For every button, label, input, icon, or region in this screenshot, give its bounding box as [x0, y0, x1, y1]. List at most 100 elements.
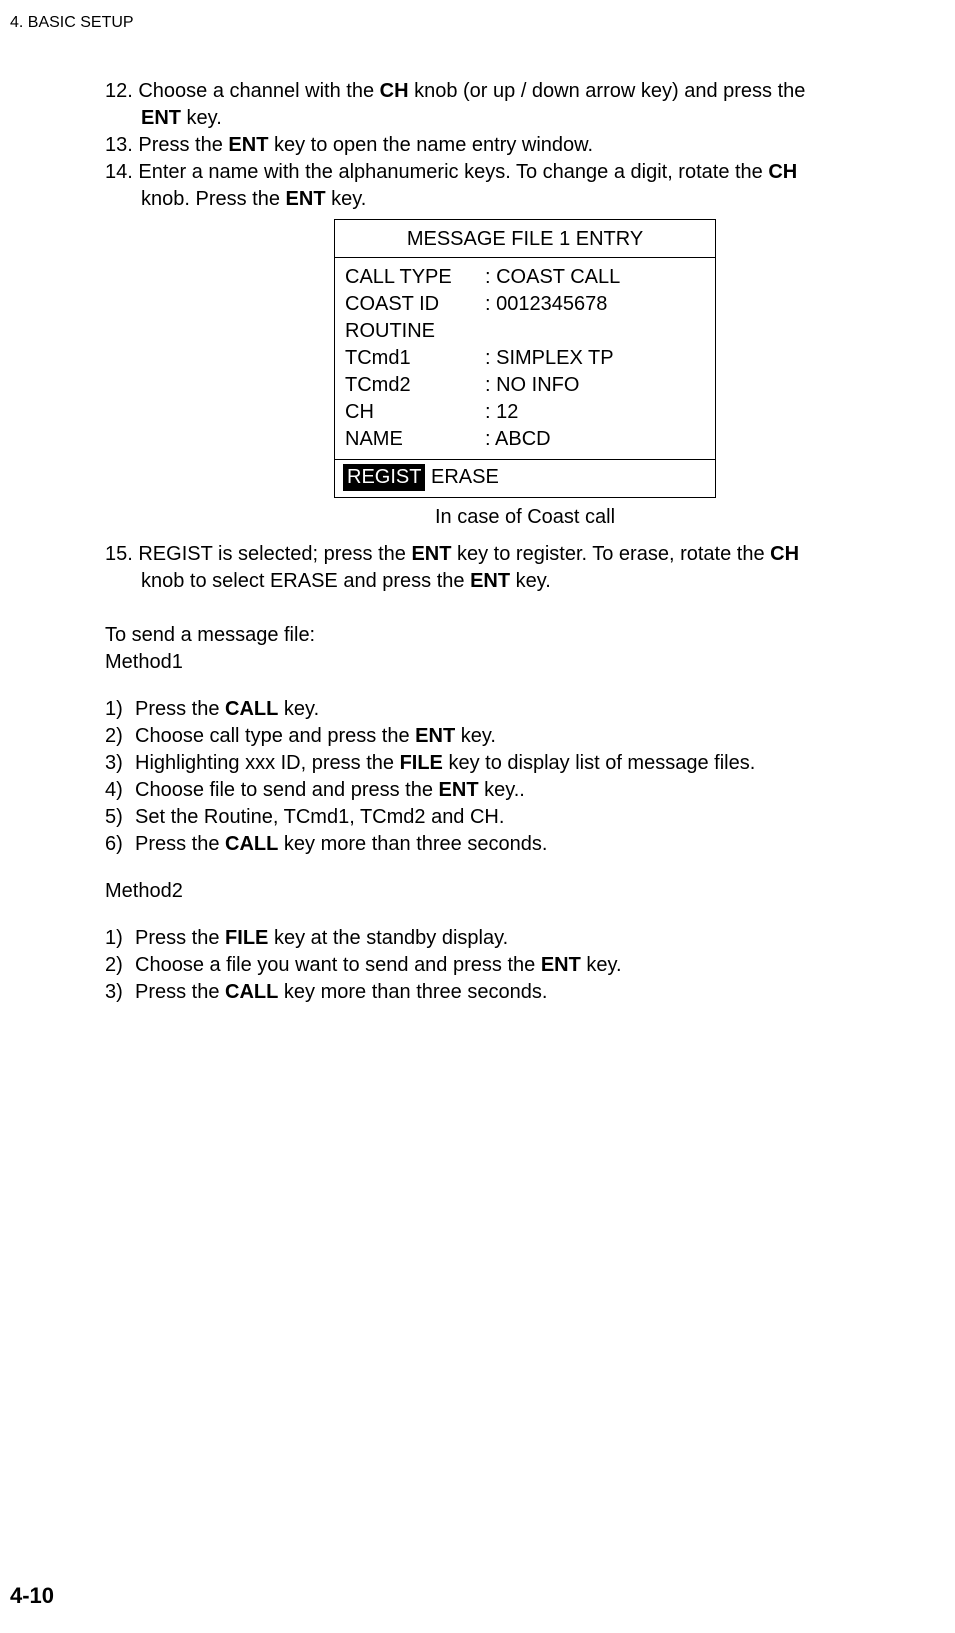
step-15: 15. REGIST is selected; press the ENT ke…	[105, 541, 945, 568]
num: 2)	[105, 723, 135, 750]
text: Press the	[135, 833, 225, 855]
method1-heading: Method1	[105, 649, 945, 676]
bold: CALL	[225, 698, 278, 720]
msgbox-row: ROUTINE	[345, 318, 705, 345]
list-item: 5)Set the Routine, TCmd1, TCmd2 and CH.	[105, 804, 945, 831]
label: ROUTINE	[345, 318, 485, 345]
msgbox-title: MESSAGE FILE 1 ENTRY	[335, 220, 715, 258]
list-item: 1)Press the FILE key at the standby disp…	[105, 925, 945, 952]
regist-option[interactable]: REGIST	[343, 464, 425, 491]
bold-ch: CH	[768, 161, 797, 183]
text: Choose call type and press the	[135, 725, 415, 747]
send-intro: To send a message file:	[105, 622, 945, 649]
label: TCmd1	[345, 345, 485, 372]
text: key.	[326, 188, 367, 210]
bold: ENT	[415, 725, 455, 747]
text: Choose a file you want to send and press…	[135, 954, 541, 976]
value: : COAST CALL	[485, 264, 620, 291]
label: NAME	[345, 426, 485, 453]
text: key..	[479, 779, 525, 801]
msgbox-row: TCmd1: SIMPLEX TP	[345, 345, 705, 372]
page-number: 4-10	[10, 1581, 54, 1611]
value: : NO INFO	[485, 372, 579, 399]
text: Set the Routine, TCmd1, TCmd2 and CH.	[135, 806, 504, 828]
list-item: 2)Choose call type and press the ENT key…	[105, 723, 945, 750]
text: knob to select ERASE and press the	[141, 570, 470, 592]
method1-list: 1)Press the CALL key. 2)Choose call type…	[105, 696, 945, 858]
msgbox-row: CH: 12	[345, 399, 705, 426]
bold-ent: ENT	[286, 188, 326, 210]
step-14-cont: knob. Press the ENT key.	[141, 186, 945, 213]
bold: ENT	[439, 779, 479, 801]
bold: CALL	[225, 981, 278, 1003]
text: 13. Press the	[105, 134, 228, 156]
num: 2)	[105, 952, 135, 979]
text: 12. Choose a channel with the	[105, 80, 380, 102]
step-12-cont: ENT key.	[141, 105, 945, 132]
label: CALL TYPE	[345, 264, 485, 291]
bold: ENT	[541, 954, 581, 976]
text: Press the	[135, 981, 225, 1003]
text: key.	[581, 954, 622, 976]
msgbox-row: CALL TYPE: COAST CALL	[345, 264, 705, 291]
method2-heading: Method2	[105, 878, 945, 905]
bold-ch: CH	[770, 543, 799, 565]
step-12: 12. Choose a channel with the CH knob (o…	[105, 78, 945, 105]
text: 15. REGIST is selected; press the	[105, 543, 411, 565]
text: Press the	[135, 927, 225, 949]
label: TCmd2	[345, 372, 485, 399]
list-item: 3)Press the CALL key more than three sec…	[105, 979, 945, 1006]
value: : SIMPLEX TP	[485, 345, 614, 372]
text: Press the	[135, 698, 225, 720]
step-15-cont: knob to select ERASE and press the ENT k…	[141, 568, 945, 595]
text: key more than three seconds.	[278, 833, 547, 855]
num: 1)	[105, 925, 135, 952]
text: key at the standby display.	[268, 927, 508, 949]
list-item: 4)Choose file to send and press the ENT …	[105, 777, 945, 804]
text: key.	[181, 107, 222, 129]
msgbox-row: COAST ID: 0012345678	[345, 291, 705, 318]
running-header: 4. BASIC SETUP	[10, 12, 134, 34]
text: key.	[278, 698, 319, 720]
bold-ch: CH	[380, 80, 409, 102]
page-content: 12. Choose a channel with the CH knob (o…	[105, 78, 945, 1026]
msgbox-row: TCmd2: NO INFO	[345, 372, 705, 399]
text: Highlighting xxx ID, press the	[135, 752, 400, 774]
bold-ent: ENT	[141, 107, 181, 129]
label: COAST ID	[345, 291, 485, 318]
text: Choose file to send and press the	[135, 779, 439, 801]
label: CH	[345, 399, 485, 426]
value: : 0012345678	[485, 291, 607, 318]
method2-list: 1)Press the FILE key at the standby disp…	[105, 925, 945, 1006]
num: 4)	[105, 777, 135, 804]
text: key to open the name entry window.	[268, 134, 593, 156]
num: 3)	[105, 750, 135, 777]
erase-option[interactable]: ERASE	[425, 466, 498, 488]
list-item: 3)Highlighting xxx ID, press the FILE ke…	[105, 750, 945, 777]
value: : 12	[485, 399, 518, 426]
message-file-entry-box: MESSAGE FILE 1 ENTRY CALL TYPE: COAST CA…	[334, 219, 716, 498]
msgbox-row: NAME: ABCD	[345, 426, 705, 453]
msgbox-footer: REGIST ERASE	[335, 459, 715, 497]
num: 1)	[105, 696, 135, 723]
value: : ABCD	[485, 426, 551, 453]
bold-ent: ENT	[470, 570, 510, 592]
bold-ent: ENT	[411, 543, 451, 565]
num: 6)	[105, 831, 135, 858]
bold: FILE	[225, 927, 268, 949]
text: knob. Press the	[141, 188, 286, 210]
bold: CALL	[225, 833, 278, 855]
num: 5)	[105, 804, 135, 831]
num: 3)	[105, 979, 135, 1006]
text: key more than three seconds.	[278, 981, 547, 1003]
step-13: 13. Press the ENT key to open the name e…	[105, 132, 945, 159]
text: knob (or up / down arrow key) and press …	[409, 80, 806, 102]
bold-ent: ENT	[228, 134, 268, 156]
list-item: 6)Press the CALL key more than three sec…	[105, 831, 945, 858]
bold: FILE	[400, 752, 443, 774]
text: 14. Enter a name with the alphanumeric k…	[105, 161, 768, 183]
list-item: 2)Choose a file you want to send and pre…	[105, 952, 945, 979]
msgbox-body: CALL TYPE: COAST CALL COAST ID: 00123456…	[335, 258, 715, 459]
text: key to register. To erase, rotate the	[451, 543, 770, 565]
text: key.	[510, 570, 551, 592]
